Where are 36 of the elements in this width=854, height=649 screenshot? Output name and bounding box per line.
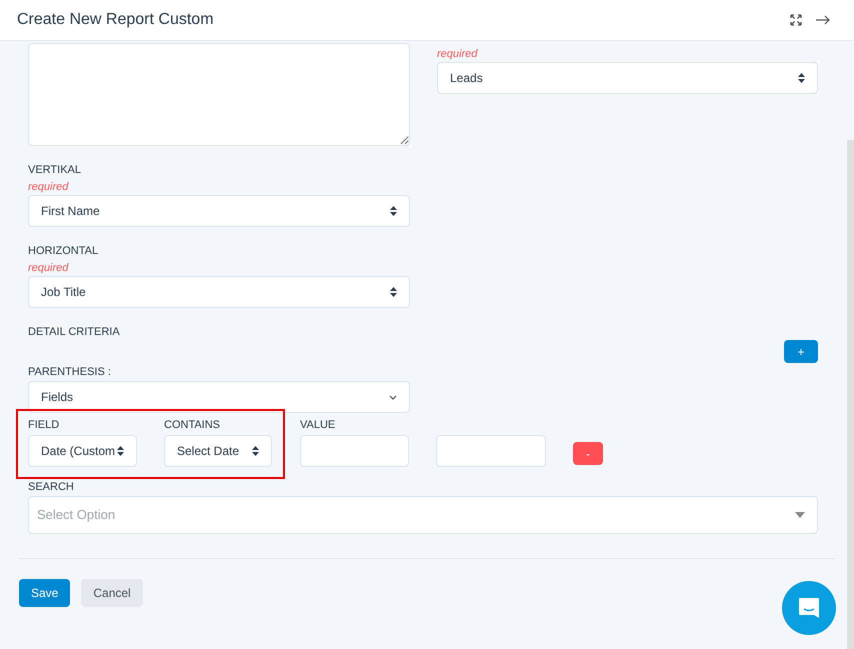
save-button[interactable]: Save — [19, 579, 70, 607]
sort-caret-icon — [390, 206, 397, 216]
expand-icon[interactable] — [790, 14, 802, 26]
window-title: Create New Report Custom — [17, 10, 214, 30]
caret-down-icon — [795, 512, 805, 518]
sort-caret-icon — [252, 446, 259, 456]
field-label: PARENTHESIS : — [28, 365, 112, 380]
value-input[interactable] — [436, 435, 546, 467]
axis-select[interactable]: First Name — [28, 195, 410, 227]
module-select[interactable]: Leads — [437, 62, 818, 94]
text-area[interactable] — [28, 43, 410, 146]
chevron-down-icon — [389, 394, 397, 400]
parenthesis-select[interactable]: Fields — [28, 381, 410, 413]
cancel-button[interactable]: Cancel — [81, 579, 143, 607]
contains-select[interactable]: Select Date — [164, 435, 272, 467]
chat-icon — [797, 596, 821, 620]
section-label: DETAIL CRITERIA — [28, 325, 121, 340]
add-button[interactable]: + — [784, 340, 818, 363]
field-label: VALUE — [300, 418, 336, 433]
required-note: required — [28, 261, 70, 276]
field-label: SEARCH — [28, 480, 75, 495]
value-input[interactable] — [300, 435, 409, 467]
field-label: FIELD — [28, 418, 60, 433]
required-note: required — [28, 180, 70, 195]
arrow-right-icon[interactable] — [816, 15, 830, 25]
sort-caret-icon — [798, 73, 805, 83]
scrollbar[interactable] — [847, 140, 854, 649]
chat-launcher[interactable] — [782, 581, 836, 635]
sort-caret-icon — [390, 287, 397, 297]
field-select[interactable]: Date (Custom — [28, 435, 137, 467]
axis-select[interactable]: Job Title — [28, 276, 410, 308]
required-note: required — [437, 47, 479, 62]
field-label: HORIZONTAL — [28, 244, 100, 259]
field-label: CONTAINS — [164, 418, 222, 433]
sort-caret-icon — [117, 446, 124, 456]
field-label: VERTIKAL — [28, 163, 82, 178]
